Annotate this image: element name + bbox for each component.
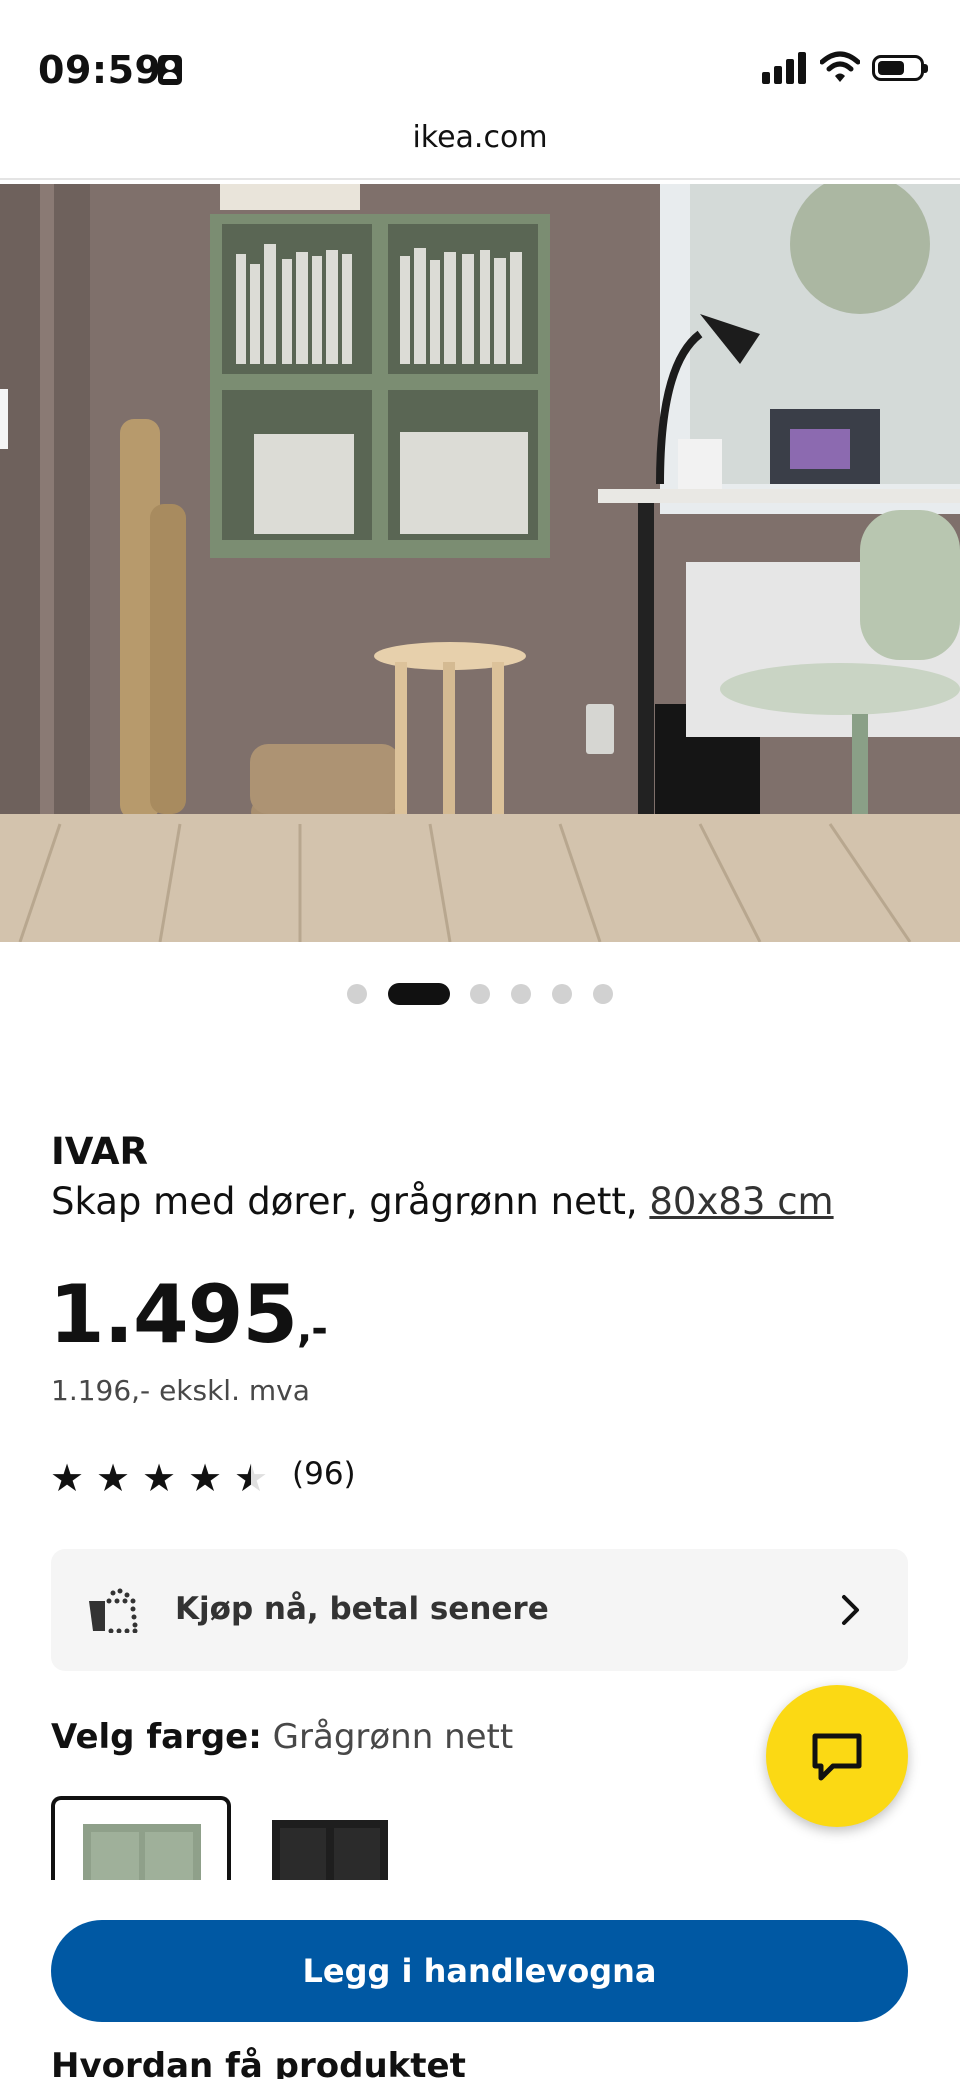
selected-color: Grågrønn nett: [272, 1717, 514, 1757]
battery-icon: [872, 55, 928, 81]
product-price: 1.495,-: [49, 1268, 328, 1361]
status-time: 09:59: [38, 48, 162, 92]
product-description-text: Skap med dører, grågrønn nett,: [51, 1180, 650, 1223]
star-icon: ★: [142, 1456, 177, 1500]
carousel-dot[interactable]: [347, 984, 367, 1004]
half-star-icon: ★★: [234, 1456, 269, 1500]
next-section-heading: Hvordan få produktet: [51, 2046, 466, 2079]
carousel-dot-active[interactable]: [388, 983, 450, 1005]
shopping-bag-dotted-icon: [89, 1588, 138, 1633]
product-description: Skap med dører, grågrønn nett, 80x83 cm: [51, 1180, 834, 1223]
carousel-dot[interactable]: [511, 984, 531, 1004]
color-select-label: Velg farge: Grågrønn nett: [51, 1717, 513, 1757]
chevron-right-icon: [842, 1595, 859, 1625]
carousel-dot[interactable]: [552, 984, 572, 1004]
price-main: 1.495: [49, 1268, 298, 1361]
chat-bubble-icon: [812, 1733, 862, 1781]
product-size-link[interactable]: 80x83 cm: [649, 1180, 833, 1223]
product-image[interactable]: [0, 184, 960, 942]
buy-now-pay-later-button[interactable]: Kjøp nå, betal senere: [51, 1549, 908, 1671]
person-badge-icon: [158, 55, 182, 85]
carousel-dot[interactable]: [593, 984, 613, 1004]
browser-url[interactable]: ikea.com: [0, 120, 960, 155]
color-label: Velg farge:: [51, 1717, 262, 1757]
url-divider: [0, 178, 960, 180]
price-ex-vat: 1.196,- ekskl. mva: [51, 1374, 310, 1407]
carousel-dots: [0, 982, 960, 1006]
status-bar: 09:59: [0, 0, 960, 118]
price-suffix: ,-: [297, 1306, 328, 1352]
cellular-signal-icon: [762, 52, 806, 84]
star-icon: ★: [188, 1456, 223, 1500]
wifi-icon: [820, 51, 860, 82]
add-to-cart-button[interactable]: Legg i handlevogna: [51, 1920, 908, 2022]
product-brand: IVAR: [51, 1130, 149, 1173]
review-count[interactable]: (96): [292, 1456, 356, 1492]
carousel-dot[interactable]: [470, 984, 490, 1004]
bnpl-label: Kjøp nå, betal senere: [175, 1591, 549, 1627]
star-icon: ★: [50, 1456, 85, 1500]
star-icon: ★: [96, 1456, 131, 1500]
chat-button[interactable]: [766, 1685, 908, 1827]
